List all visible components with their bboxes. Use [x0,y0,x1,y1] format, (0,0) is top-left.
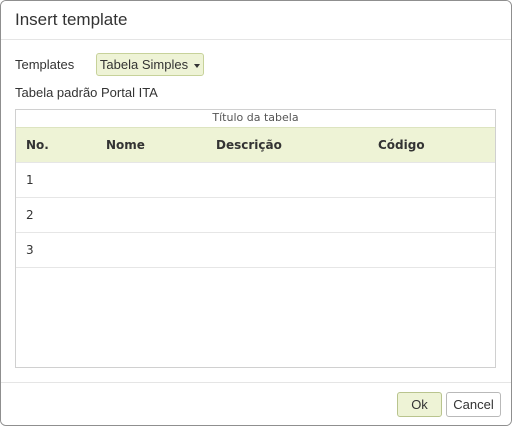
insert-template-dialog: Insert template Templates Tabela Simples… [0,0,512,426]
table-row: 2 [16,197,495,233]
template-preview: Título da tabela No. Nome Descrição Códi… [15,109,496,368]
column-header-no: No. [16,127,106,163]
table-caption: Título da tabela [212,111,299,124]
table-cell: 2 [16,197,106,233]
dialog-title: Insert template [15,10,128,29]
table-cell: 3 [16,232,106,268]
column-header-codigo: Código [378,127,495,163]
dialog-header: Insert template [1,1,511,40]
templates-selected-value: Tabela Simples [99,57,189,72]
ok-button[interactable]: Ok [397,392,442,417]
table-row: 3 [16,232,495,268]
table-cell [378,232,495,268]
table-row: 1 [16,162,495,198]
table-cell [378,162,495,198]
table-cell: 1 [16,162,106,198]
table-cell [106,162,216,198]
table-cell [106,197,216,233]
dialog-body: Templates Tabela Simples Tabela padrão P… [1,40,511,382]
table-cell [216,232,378,268]
table-header-row: No. Nome Descrição Código [16,127,495,163]
table-cell [106,232,216,268]
table-cell [378,197,495,233]
template-description: Tabela padrão Portal ITA [15,85,158,100]
column-header-nome: Nome [106,127,216,163]
templates-label: Templates [15,57,75,72]
dialog-footer: Ok Cancel [1,382,511,425]
column-header-descricao: Descrição [216,127,378,163]
templates-dropdown[interactable]: Tabela Simples [96,53,204,76]
caret-down-icon [194,63,201,68]
table-cell [216,162,378,198]
cancel-button[interactable]: Cancel [446,392,501,417]
preview-table: No. Nome Descrição Código 1 2 3 [16,127,495,268]
table-cell [216,197,378,233]
